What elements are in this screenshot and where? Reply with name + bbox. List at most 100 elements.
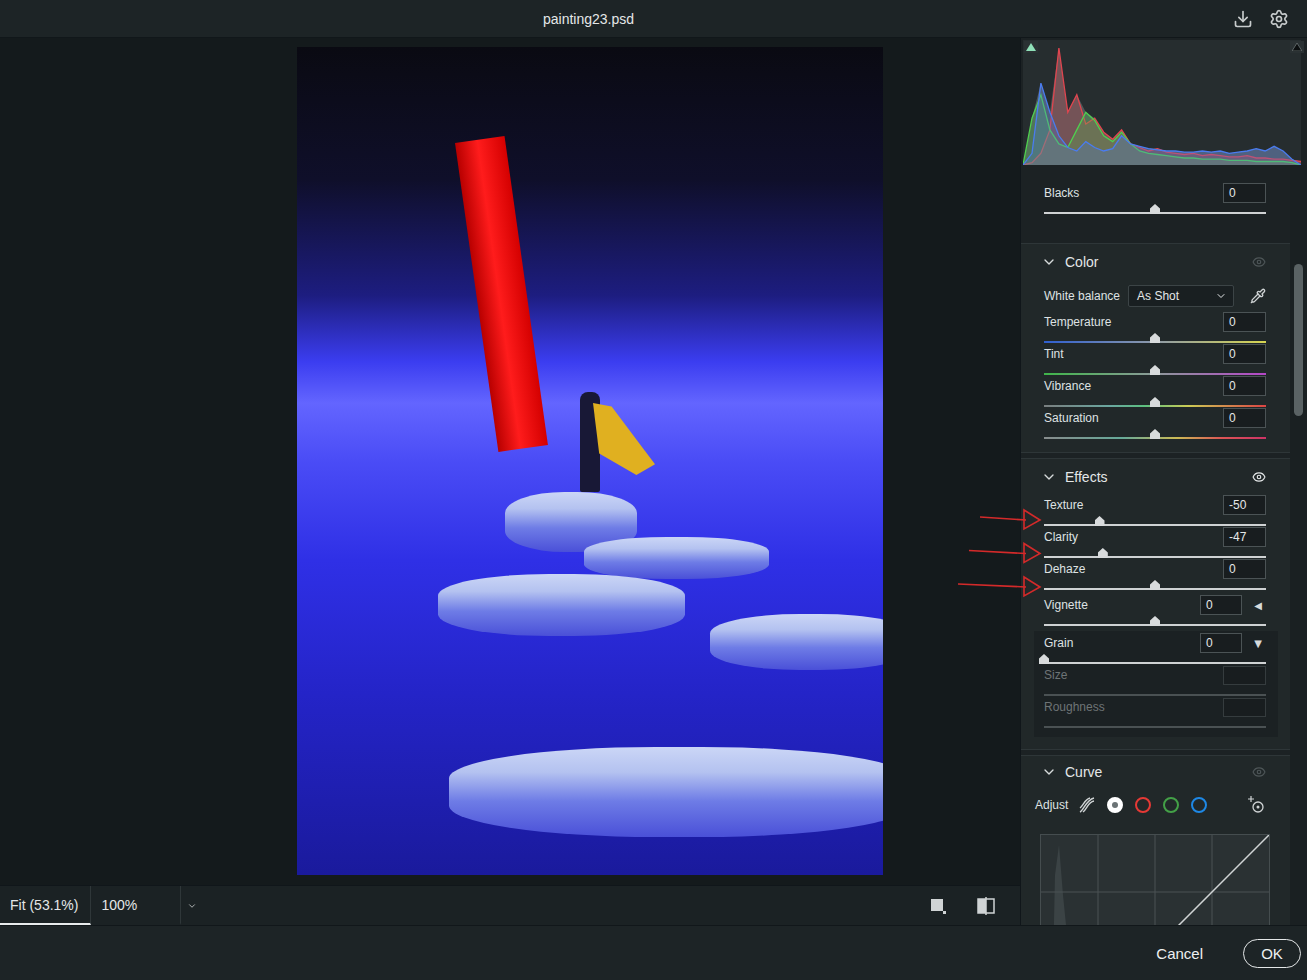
slider-value-input[interactable]: -47 bbox=[1223, 527, 1266, 547]
section-header[interactable]: Curve bbox=[1021, 756, 1290, 788]
parametric-curve-icon[interactable] bbox=[1078, 796, 1096, 814]
slider-thumb[interactable] bbox=[1150, 204, 1160, 214]
zoom-tab[interactable]: 100% bbox=[91, 886, 181, 925]
histogram-series bbox=[1023, 83, 1301, 165]
view-options-button[interactable] bbox=[924, 892, 952, 920]
slider-value-input[interactable]: 0 bbox=[1223, 408, 1266, 428]
slider-track[interactable] bbox=[1044, 556, 1266, 558]
chevron-down-icon[interactable] bbox=[1215, 290, 1227, 302]
slider-header: Tint0 bbox=[1044, 344, 1266, 364]
red-monolith bbox=[455, 136, 548, 452]
gear-icon[interactable] bbox=[1269, 9, 1289, 29]
section-header[interactable]: Color bbox=[1021, 244, 1290, 280]
section-header[interactable]: Effects bbox=[1021, 459, 1290, 495]
slider-value-input[interactable]: -50 bbox=[1223, 495, 1266, 515]
slider-track[interactable] bbox=[1044, 588, 1266, 590]
slider-header: Clarity -47 bbox=[1044, 527, 1266, 547]
curve-editor[interactable] bbox=[1040, 834, 1270, 925]
slider-thumb[interactable] bbox=[1150, 397, 1160, 407]
triangle-up-icon[interactable] bbox=[1292, 43, 1302, 51]
triangle-up-icon[interactable] bbox=[1026, 43, 1036, 51]
curve-channel-button[interactable] bbox=[1190, 796, 1208, 814]
slider-value-input[interactable]: 0 bbox=[1200, 633, 1242, 653]
view-square-icon[interactable] bbox=[929, 897, 947, 915]
channel-ring[interactable] bbox=[1163, 797, 1179, 813]
slider-label: Clarity bbox=[1044, 530, 1219, 544]
parametric-curve-button[interactable] bbox=[1078, 796, 1096, 814]
eye-icon[interactable] bbox=[1252, 255, 1266, 269]
eyedropper-icon[interactable] bbox=[1250, 288, 1266, 304]
slider-value-input[interactable]: 0 bbox=[1200, 595, 1242, 615]
download-icon[interactable] bbox=[1233, 9, 1253, 29]
eye-icon[interactable] bbox=[1252, 765, 1266, 779]
white-balance-select[interactable]: As Shot bbox=[1128, 285, 1234, 307]
scrollbar[interactable] bbox=[1290, 165, 1307, 925]
shadow-clipping-toggle[interactable] bbox=[1024, 41, 1038, 53]
slider-track[interactable] bbox=[1044, 624, 1266, 626]
grid-lines bbox=[1041, 835, 1269, 925]
eye-icon[interactable] bbox=[1252, 470, 1266, 484]
expand-toggle[interactable]: ▼ bbox=[1250, 638, 1266, 649]
chevron-down-icon[interactable] bbox=[187, 899, 197, 913]
cancel-button[interactable]: Cancel bbox=[1142, 940, 1217, 967]
ok-button[interactable]: OK bbox=[1243, 939, 1301, 968]
slider-thumb[interactable] bbox=[1150, 580, 1160, 590]
chevron-down-icon[interactable] bbox=[1041, 254, 1057, 270]
target-adjust-icon[interactable] bbox=[1246, 795, 1266, 815]
slider-thumb[interactable] bbox=[1039, 654, 1049, 664]
chevron-down-icon[interactable] bbox=[1041, 764, 1057, 780]
histogram-background bbox=[1023, 40, 1301, 165]
slider-thumb[interactable] bbox=[1095, 516, 1105, 526]
slider-thumb[interactable] bbox=[1098, 548, 1108, 558]
slider-value-input[interactable]: 0 bbox=[1223, 183, 1266, 203]
grain-group: Grain0▼SizeRoughness bbox=[1034, 631, 1278, 737]
slider-thumb[interactable] bbox=[1150, 333, 1160, 343]
compare-split-icon[interactable] bbox=[976, 897, 996, 915]
zoom-menu-button[interactable] bbox=[181, 886, 203, 925]
curve-line[interactable] bbox=[1041, 835, 1269, 925]
slider-track[interactable] bbox=[1044, 524, 1266, 526]
channel-ring[interactable] bbox=[1135, 797, 1151, 813]
effect-slider: Dehaze0 bbox=[1044, 559, 1266, 591]
canvas-toolbar: Fit (53.1%)100% bbox=[0, 885, 1020, 925]
channel-ring[interactable] bbox=[1107, 797, 1123, 813]
slider-label: Saturation bbox=[1044, 411, 1219, 425]
slider-header: Blacks0 bbox=[1044, 183, 1266, 203]
slider-value-input[interactable]: 0 bbox=[1223, 312, 1266, 332]
channel-ring[interactable] bbox=[1191, 797, 1207, 813]
white-balance-label: White balance bbox=[1044, 289, 1120, 303]
slider-track[interactable] bbox=[1044, 373, 1266, 375]
section-title: Curve bbox=[1065, 764, 1244, 780]
curve-channel-button[interactable] bbox=[1134, 796, 1152, 814]
curve-graph[interactable] bbox=[1041, 835, 1269, 925]
slider-thumb[interactable] bbox=[1150, 616, 1160, 626]
slider-track[interactable] bbox=[1044, 212, 1266, 214]
slider-thumb[interactable] bbox=[1150, 365, 1160, 375]
slider-value-input[interactable]: 0 bbox=[1223, 376, 1266, 396]
scrollbar-thumb[interactable] bbox=[1294, 264, 1303, 416]
slider-thumb[interactable] bbox=[1150, 429, 1160, 439]
slider-track bbox=[1044, 726, 1266, 728]
highlight-clipping-toggle[interactable] bbox=[1290, 41, 1304, 53]
curve-channel-button[interactable] bbox=[1162, 796, 1180, 814]
histogram-area bbox=[1023, 83, 1301, 165]
compare-button[interactable] bbox=[972, 892, 1000, 920]
annotation-arrows bbox=[940, 500, 1050, 610]
slider-track[interactable] bbox=[1044, 341, 1266, 343]
curve-channel-button[interactable] bbox=[1106, 796, 1124, 814]
zoom-tab[interactable]: Fit (53.1%) bbox=[0, 886, 91, 925]
slider-value-input[interactable]: 0 bbox=[1223, 344, 1266, 364]
cape bbox=[593, 403, 655, 475]
slider-track[interactable] bbox=[1044, 662, 1266, 664]
targeted-adjustment-button[interactable] bbox=[1246, 795, 1266, 815]
slider-value-input[interactable]: 0 bbox=[1223, 559, 1266, 579]
chevron-down-icon[interactable] bbox=[1041, 469, 1057, 485]
save-button[interactable] bbox=[1229, 5, 1257, 33]
slider-track[interactable] bbox=[1044, 405, 1266, 407]
title-bar: painting23.psd bbox=[0, 0, 1307, 38]
expand-toggle[interactable]: ◀ bbox=[1250, 600, 1266, 611]
slider-label: Vibrance bbox=[1044, 379, 1219, 393]
slider-track[interactable] bbox=[1044, 437, 1266, 439]
effect-slider: Vignette0◀ bbox=[1044, 595, 1266, 627]
settings-button[interactable] bbox=[1265, 5, 1293, 33]
